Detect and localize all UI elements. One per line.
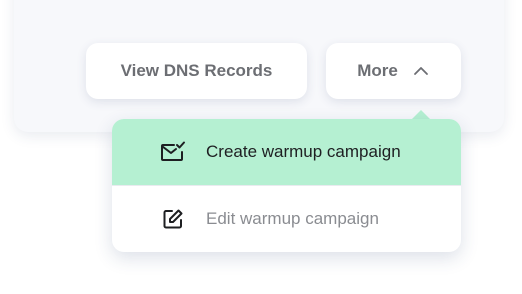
more-dropdown-menu: Create warmup campaign Edit warmup campa… [112, 119, 461, 252]
more-label: More [357, 61, 398, 80]
menu-item-create-warmup-campaign[interactable]: Create warmup campaign [112, 119, 461, 185]
chevron-up-icon [412, 62, 430, 80]
pencil-square-icon [160, 206, 186, 232]
view-dns-records-button[interactable]: View DNS Records [86, 43, 307, 99]
menu-item-label: Create warmup campaign [206, 142, 401, 161]
more-button[interactable]: More [326, 43, 461, 99]
stage: View DNS Records More Create warmup camp… [0, 0, 522, 294]
menu-item-label: Edit warmup campaign [206, 209, 379, 228]
menu-item-edit-warmup-campaign[interactable]: Edit warmup campaign [112, 186, 461, 252]
view-dns-records-label: View DNS Records [120, 61, 273, 80]
mail-check-icon [160, 139, 186, 165]
